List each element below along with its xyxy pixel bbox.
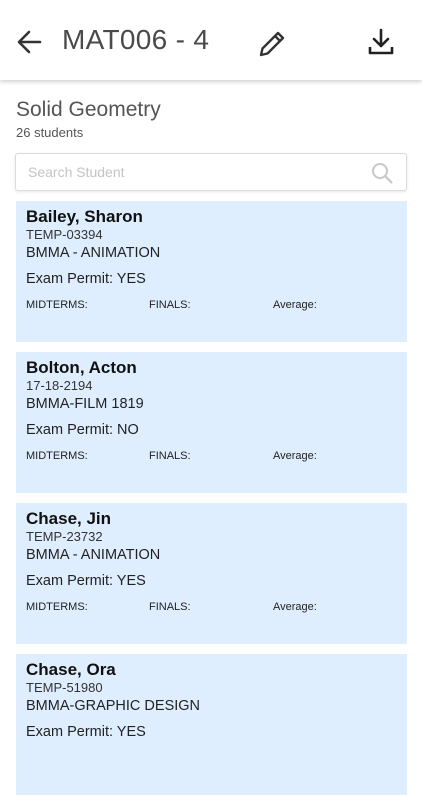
exam-permit: Exam Permit: YES [26,724,146,740]
student-count: 26 students [16,125,84,140]
finals-label: FINALS: [149,299,191,311]
average-label: Average: [273,450,317,462]
student-program: BMMA - ANIMATION [26,547,161,563]
course-title: Solid Geometry [16,98,161,121]
pencil-icon [259,31,285,57]
edit-button[interactable] [256,26,290,60]
exam-permit: Exam Permit: YES [26,573,146,589]
search-box[interactable] [15,153,407,191]
student-name: Bolton, Acton [26,358,137,377]
average-label: Average: [273,299,317,311]
midterms-label: MIDTERMS: [26,299,88,311]
student-list: Bailey, Sharon TEMP-03394 BMMA - ANIMATI… [16,201,407,805]
student-id: TEMP-03394 [26,227,103,242]
student-name: Bailey, Sharon [26,207,143,226]
student-program: BMMA-FILM 1819 [26,396,144,412]
page-title: MAT006 - 4 [62,24,210,55]
student-card[interactable]: Bolton, Acton 17-18-2194 BMMA-FILM 1819 … [16,352,407,493]
student-id: 17-18-2194 [26,378,93,393]
download-button[interactable] [364,26,398,60]
student-program: BMMA-GRAPHIC DESIGN [26,698,201,714]
arrow-left-icon [17,30,42,54]
finals-label: FINALS: [149,601,191,613]
student-name: Chase, Jin [26,509,112,528]
exam-permit: Exam Permit: YES [26,271,146,287]
student-name: Chase, Ora [26,660,116,679]
midterms-label: MIDTERMS: [26,450,88,462]
back-button[interactable] [14,26,46,58]
search-input[interactable] [28,154,358,190]
student-id: TEMP-51980 [26,680,103,695]
student-id: TEMP-23732 [26,529,103,544]
student-card[interactable]: Bailey, Sharon TEMP-03394 BMMA - ANIMATI… [16,201,407,342]
student-program: BMMA - ANIMATION [26,245,161,261]
average-label: Average: [273,601,317,613]
student-card[interactable]: Chase, Ora TEMP-51980 BMMA-GRAPHIC DESIG… [16,654,407,795]
finals-label: FINALS: [149,450,191,462]
app-header: MAT006 - 4 [0,0,422,80]
search-icon[interactable] [370,161,394,185]
student-card[interactable]: Chase, Jin TEMP-23732 BMMA - ANIMATION E… [16,503,407,644]
download-icon [368,28,394,55]
midterms-label: MIDTERMS: [26,601,88,613]
exam-permit: Exam Permit: NO [26,422,139,438]
